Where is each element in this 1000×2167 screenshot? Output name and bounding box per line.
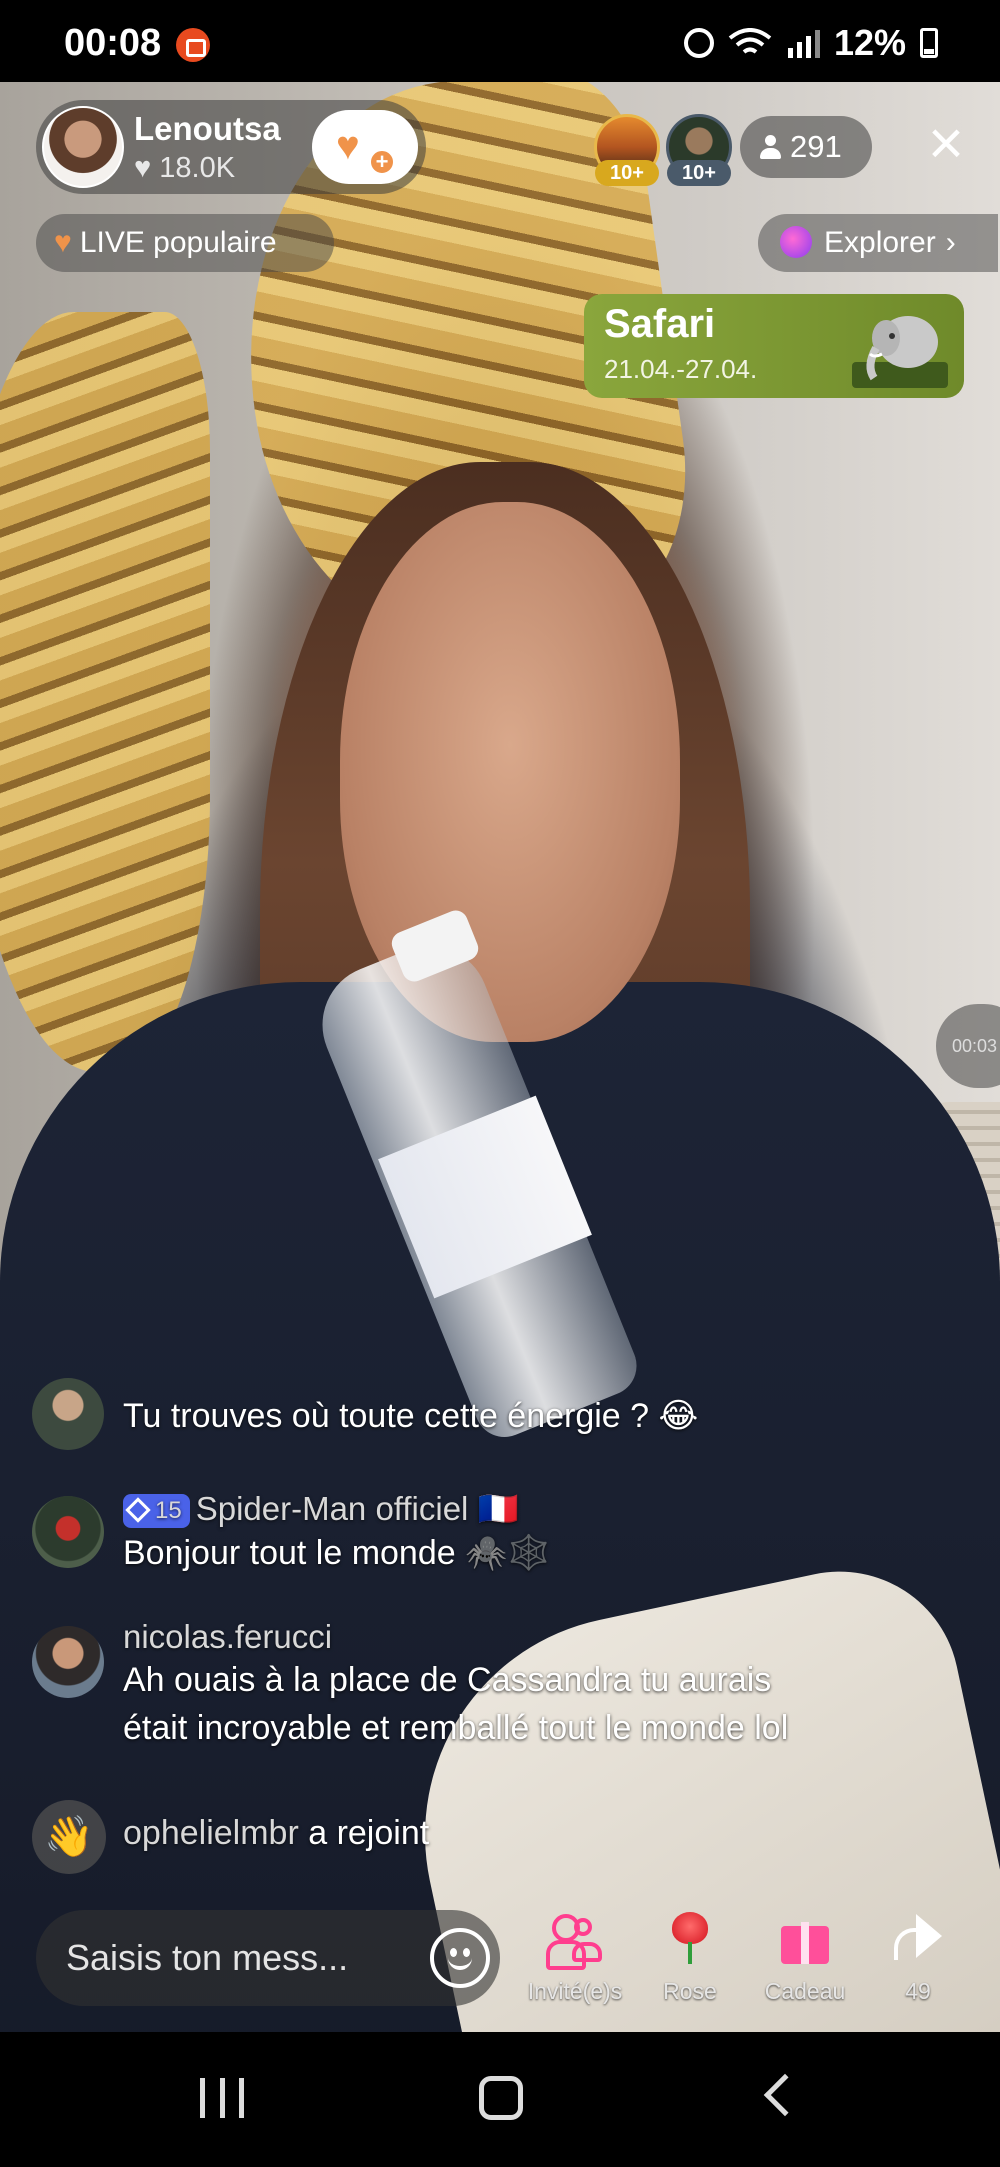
planet-icon <box>780 226 812 258</box>
diamond-icon <box>125 1497 151 1523</box>
live-popular-label: LIVE populaire <box>79 226 277 259</box>
rose-button[interactable]: Rose <box>635 1912 745 2005</box>
level-number: 15 <box>155 1497 182 1524</box>
gift-icon <box>779 1912 831 1964</box>
host-likes: ♥ 18.0K <box>134 152 235 185</box>
timer-text: 00:03 <box>952 1036 998 1056</box>
comment-avatar[interactable] <box>32 1378 104 1450</box>
screen-record-icon <box>176 28 210 62</box>
top-viewer-badge-1: 10+ <box>595 160 659 186</box>
status-bar: 00:08 12% <box>0 0 1000 82</box>
person-icon <box>760 135 781 159</box>
gift-label: Cadeau <box>764 1978 846 2004</box>
comment-text: Bonjour tout le monde 🕷️🕸️ <box>123 1534 550 1572</box>
chevron-right-icon: › <box>945 226 956 259</box>
invite-label: Invité(e)s <box>527 1978 623 2004</box>
elephant-icon <box>852 316 948 388</box>
signal-icon <box>787 30 820 58</box>
close-icon: × <box>927 109 965 178</box>
safari-event-card[interactable]: Safari 21.04.-27.04. <box>584 294 964 398</box>
share-arrow-icon <box>890 1912 946 1962</box>
join-text: ophelielmbr a rejoint <box>123 1814 429 1853</box>
plus-icon: + <box>368 148 396 176</box>
live-popular-pill[interactable]: ♥ LIVE populaire <box>36 214 334 272</box>
comment-username-text: Spider-Man officiel 🇫🇷 <box>195 1490 519 1527</box>
join-username[interactable]: ophelielmbr <box>123 1814 299 1852</box>
wave-hand-icon: 👋 <box>32 1800 106 1874</box>
host-likes-count: 18.0K <box>159 152 236 184</box>
comment-username[interactable]: 15 Spider-Man officiel 🇫🇷 <box>123 1490 550 1529</box>
status-indicators: 12% <box>683 22 938 64</box>
emoji-button[interactable] <box>430 1928 490 1988</box>
rose-label: Rose <box>663 1978 717 2004</box>
comment-text: Tu trouves où toute cette énergie ? 😂 <box>123 1397 699 1435</box>
explore-label: Explorer <box>824 226 936 259</box>
follow-heart-icon: ♥ <box>336 124 360 168</box>
share-count: 49 <box>905 1978 931 2004</box>
follow-button[interactable]: ♥ + <box>312 110 418 184</box>
comment-username[interactable]: nicolas.ferucci <box>123 1618 788 1656</box>
popular-heart-icon: ♥ <box>54 226 72 259</box>
top-viewer-badge-2: 10+ <box>667 160 731 186</box>
comment-body: 15 Spider-Man officiel 🇫🇷 Bonjour tout le… <box>123 1490 550 1577</box>
explore-pill[interactable]: Explorer › <box>758 214 998 272</box>
comment-avatar[interactable] <box>32 1496 104 1568</box>
heart-icon: ♥ <box>134 152 152 184</box>
close-button[interactable]: × <box>916 113 976 175</box>
smiley-icon <box>448 1956 472 1970</box>
host-name[interactable]: Lenoutsa <box>134 110 281 148</box>
back-button[interactable] <box>763 2073 807 2117</box>
level-badge: 15 <box>123 1494 190 1528</box>
viewer-count-button[interactable]: 291 <box>740 116 872 178</box>
guests-icon <box>546 1912 604 1970</box>
home-button[interactable] <box>479 2076 523 2120</box>
host-card[interactable]: Lenoutsa ♥ 18.0K ♥ + <box>36 100 426 194</box>
comment-text-line-2: était incroyable et remballé tout le mon… <box>123 1709 789 1747</box>
gift-button[interactable]: Cadeau <box>750 1912 860 2005</box>
golden-wing-left <box>0 312 210 1072</box>
battery-icon <box>920 28 938 58</box>
status-time: 00:08 <box>64 22 162 64</box>
invite-button[interactable]: Invité(e)s <box>520 1912 630 2005</box>
share-button[interactable]: 49 <box>863 1912 973 2005</box>
viewer-count: 291 <box>790 129 842 164</box>
event-title: Safari <box>604 302 716 346</box>
comment-avatar[interactable] <box>32 1626 104 1698</box>
navigation-bar <box>0 2032 1000 2167</box>
alarm-icon <box>683 28 714 58</box>
join-action: a rejoint <box>308 1814 430 1852</box>
wifi-icon <box>728 28 772 54</box>
battery-percent: 12% <box>833 22 906 63</box>
host-avatar[interactable] <box>42 106 124 188</box>
event-dates: 21.04.-27.04. <box>604 354 758 384</box>
comment-body: Tu trouves où toute cette énergie ? 😂 <box>123 1392 698 1440</box>
comment-text-line-1: Ah ouais à la place de Cassandra tu aura… <box>123 1661 772 1699</box>
comment-body: nicolas.ferucci Ah ouais à la place de C… <box>123 1618 788 1752</box>
recents-button[interactable] <box>200 2078 244 2118</box>
rose-icon <box>668 1912 712 1964</box>
